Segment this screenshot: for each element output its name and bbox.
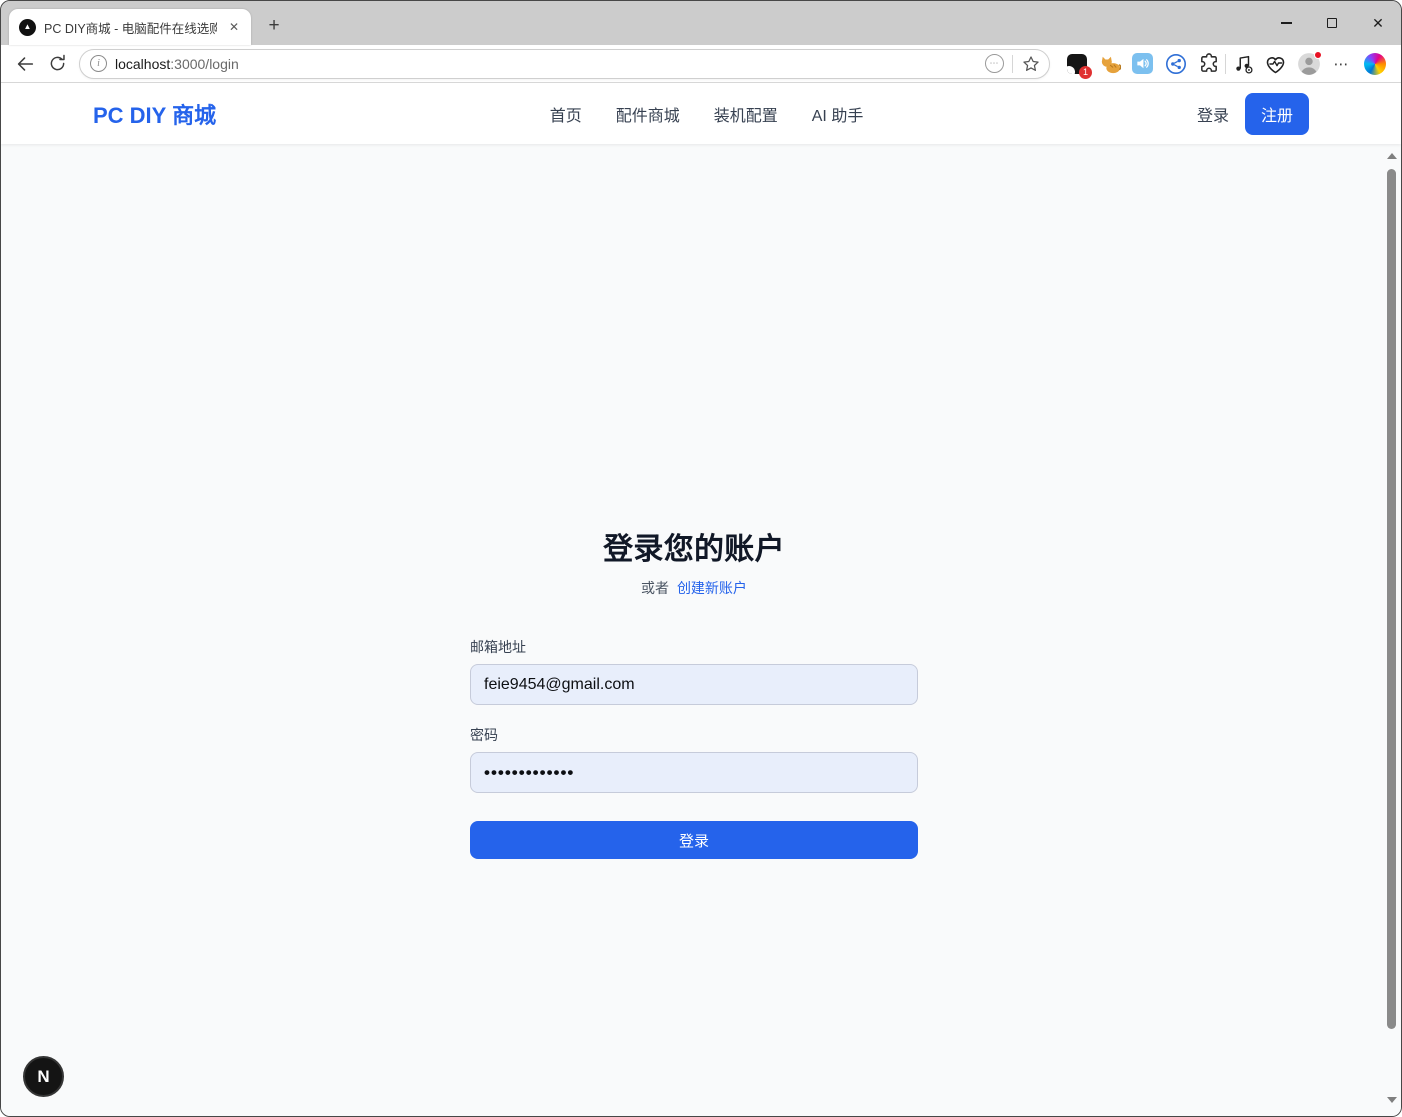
back-arrow-icon — [14, 53, 36, 75]
media-settings-icon[interactable] — [1226, 48, 1259, 80]
extensions-puzzle-icon[interactable] — [1192, 48, 1225, 80]
browser-essentials-icon[interactable] — [1259, 48, 1292, 80]
close-icon: ✕ — [1372, 16, 1384, 30]
email-field[interactable] — [470, 664, 918, 705]
adblock-extension-icon[interactable]: 1 — [1060, 48, 1093, 80]
password-field[interactable] — [470, 752, 918, 793]
register-button[interactable]: 注册 — [1245, 93, 1309, 135]
settings-more-button[interactable]: ⋯ — [1325, 48, 1358, 80]
create-account-link[interactable]: 创建新账户 — [677, 580, 747, 596]
browser-tab[interactable]: ▲ PC DIY商城 - 电脑配件在线选购 ✕ — [9, 9, 251, 45]
site-info-icon[interactable]: i — [90, 55, 107, 72]
tab-close-icon[interactable]: ✕ — [225, 18, 243, 36]
password-label: 密码 — [470, 725, 918, 745]
maximize-button[interactable] — [1309, 1, 1355, 45]
maximize-icon — [1327, 18, 1337, 28]
page-viewport: PC DIY 商城 首页 配件商城 装机配置 AI 助手 登录 注册 登录您的账… — [1, 83, 1401, 1117]
more-icon: ⋯ — [1334, 55, 1350, 73]
close-window-button[interactable]: ✕ — [1355, 1, 1401, 45]
copilot-icon — [1364, 53, 1386, 75]
tab-title: PC DIY商城 - 电脑配件在线选购 — [44, 18, 217, 37]
page-title: 登录您的账户 — [470, 524, 918, 568]
favorite-star-icon[interactable] — [1021, 54, 1041, 74]
site-favicon-icon: ▲ — [19, 19, 36, 36]
volume-extension-icon[interactable] — [1126, 48, 1159, 80]
subtitle: 或者 创建新账户 — [470, 578, 918, 598]
share-extension-icon[interactable] — [1159, 48, 1192, 80]
site-header: PC DIY 商城 首页 配件商城 装机配置 AI 助手 登录 注册 — [1, 83, 1401, 144]
url-host: localhost — [115, 56, 170, 72]
divider — [1012, 55, 1013, 73]
login-page: 登录您的账户 或者 创建新账户 邮箱地址 密码 登录 — [1, 144, 1387, 859]
browser-toolbar: i localhost:3000/login ⋯ 1 — [1, 45, 1401, 83]
scroll-up-arrow-icon[interactable] — [1387, 153, 1397, 159]
permissions-icon[interactable]: ⋯ — [985, 54, 1004, 73]
window-controls: ✕ — [1263, 1, 1401, 45]
nextjs-dev-badge[interactable]: N — [23, 1056, 64, 1097]
cat-extension-icon[interactable] — [1093, 48, 1126, 80]
url-path: :3000/login — [170, 56, 239, 72]
subtitle-prefix: 或者 — [641, 580, 669, 596]
browser-window: ▲ PC DIY商城 - 电脑配件在线选购 ✕ + ✕ i localhost:… — [0, 0, 1402, 1117]
email-label: 邮箱地址 — [470, 637, 918, 657]
nav-ai-assistant[interactable]: AI 助手 — [812, 102, 864, 126]
notification-dot — [1314, 51, 1322, 59]
nav-parts-store[interactable]: 配件商城 — [616, 102, 680, 126]
login-link[interactable]: 登录 — [1197, 102, 1229, 126]
extension-badge: 1 — [1079, 66, 1092, 79]
back-button[interactable] — [9, 49, 41, 79]
page-scrollbar[interactable] — [1384, 147, 1399, 1109]
scrollbar-thumb[interactable] — [1387, 169, 1396, 1029]
minimize-button[interactable] — [1263, 1, 1309, 45]
url-text: localhost:3000/login — [115, 56, 977, 72]
site-logo[interactable]: PC DIY 商城 — [93, 98, 216, 130]
scroll-down-arrow-icon[interactable] — [1387, 1097, 1397, 1103]
main-nav: 首页 配件商城 装机配置 AI 助手 — [216, 102, 1197, 126]
refresh-icon — [47, 53, 68, 74]
nav-build-config[interactable]: 装机配置 — [714, 102, 778, 126]
copilot-button[interactable] — [1358, 48, 1391, 80]
nav-home[interactable]: 首页 — [550, 102, 582, 126]
profile-avatar[interactable] — [1292, 48, 1325, 80]
new-tab-button[interactable]: + — [261, 13, 287, 39]
login-submit-button[interactable]: 登录 — [470, 821, 918, 859]
address-bar[interactable]: i localhost:3000/login ⋯ — [79, 49, 1050, 79]
minimize-icon — [1281, 22, 1292, 23]
tab-strip: ▲ PC DIY商城 - 电脑配件在线选购 ✕ + ✕ — [1, 1, 1401, 45]
refresh-button[interactable] — [41, 49, 73, 79]
